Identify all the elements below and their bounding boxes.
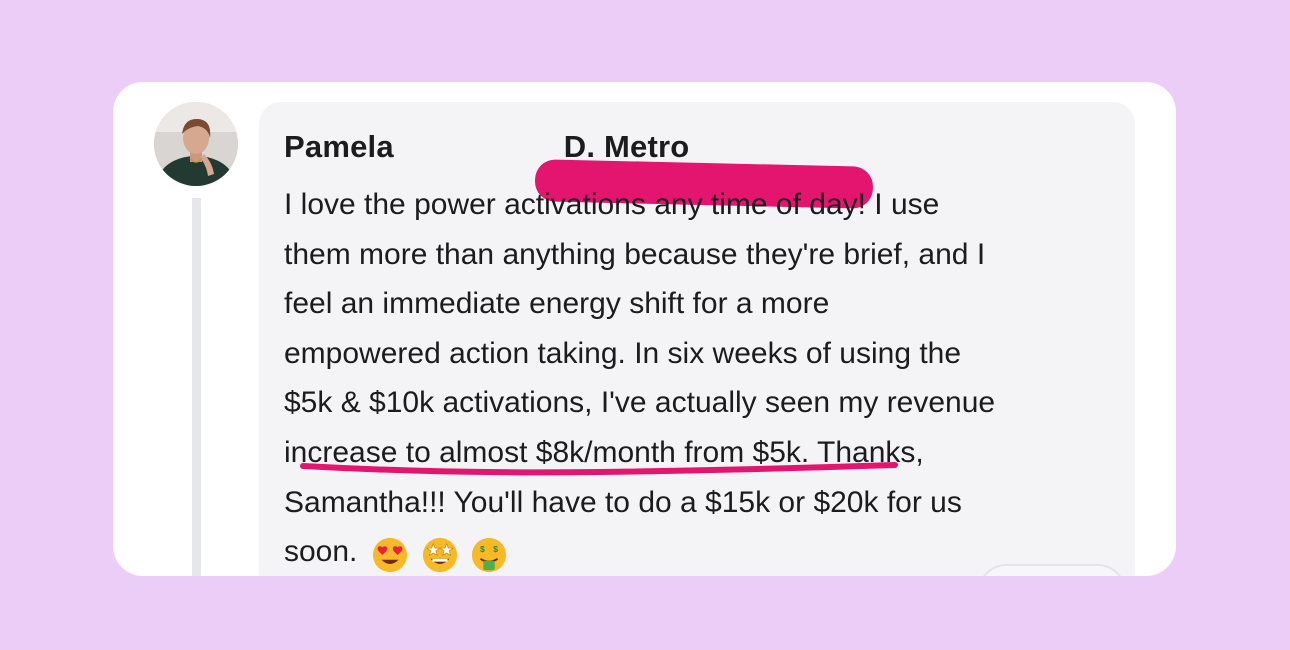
svg-text:$: $ <box>493 544 498 554</box>
comment-line: them more than anything because they're … <box>284 237 986 271</box>
author-hidden-name: D. Metro <box>563 129 690 164</box>
heart-eyes-emoji <box>373 537 408 572</box>
comment-line: Samantha!!! You'll have to do a $15k or … <box>284 485 962 519</box>
money-mouth-emoji: $ $ <box>471 537 507 572</box>
comment-line: $5k & $10k activations, I've actually se… <box>284 386 996 420</box>
thread-line <box>192 198 201 576</box>
comment-line: I love the power activations any time of… <box>284 188 940 221</box>
comment-bubble: Pamela D. Metro I love the power activati… <box>259 102 1135 576</box>
author-first-name: Pamela <box>284 129 394 164</box>
svg-text:$: $ <box>480 544 485 554</box>
comment-line: feel an immediate energy shift for a mor… <box>284 287 830 321</box>
author-name[interactable]: Pamela D. Metro <box>284 129 689 165</box>
comment-text: I love the power activations any time of… <box>284 180 1124 576</box>
reaction-button[interactable] <box>977 564 1127 576</box>
author-avatar[interactable] <box>154 102 238 186</box>
avatar-photo <box>154 102 238 186</box>
star-struck-emoji <box>422 537 457 572</box>
emoji-row: $ $ <box>371 528 511 576</box>
comment-line: soon. <box>284 535 358 569</box>
highlight-underline <box>300 462 898 476</box>
comment-line: empowered action taking. In six weeks of… <box>284 336 962 370</box>
comment-card: Pamela D. Metro I love the power activati… <box>113 82 1176 576</box>
